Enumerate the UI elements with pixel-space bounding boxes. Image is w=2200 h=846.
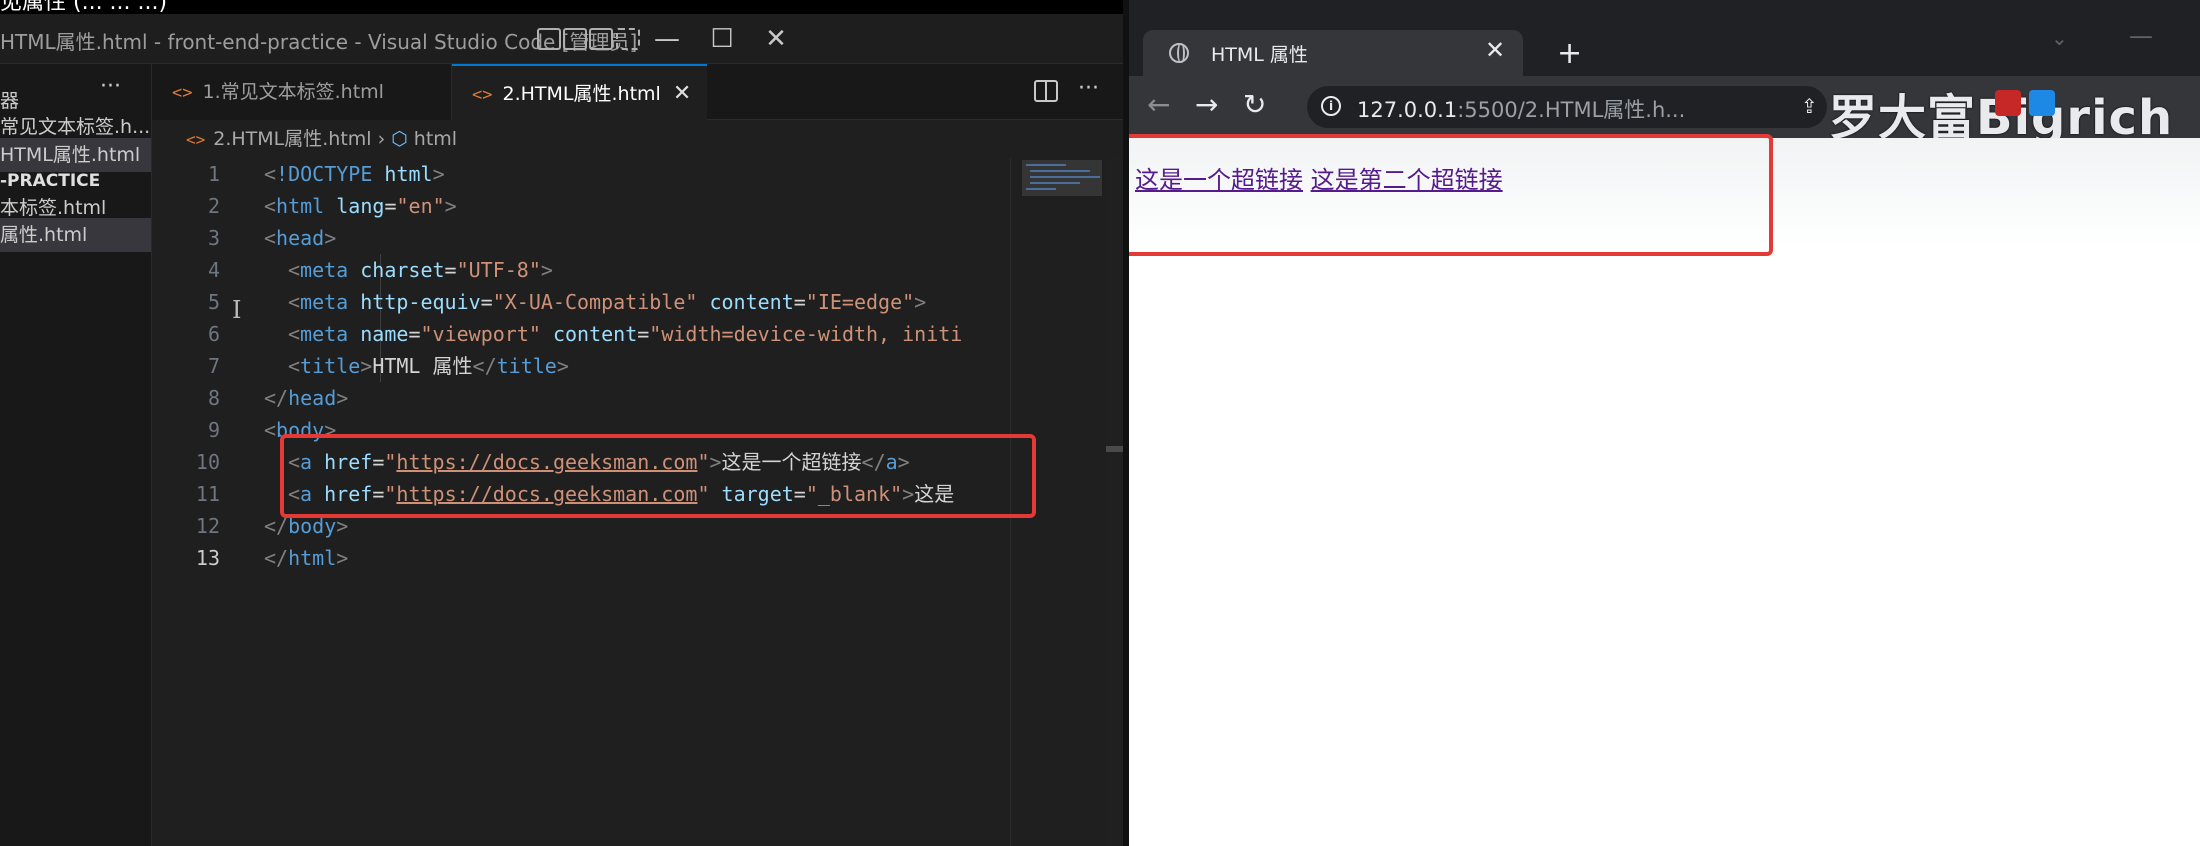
forward-button[interactable]: → (1195, 90, 1218, 120)
close-tab-icon[interactable]: ✕ (1485, 36, 1505, 64)
code-line[interactable]: <head> (264, 222, 336, 254)
code-line[interactable]: </body> (264, 510, 348, 542)
code-line[interactable]: <!DOCTYPE html> (264, 158, 445, 190)
mouse-ibeam-cursor-icon: I (232, 296, 242, 324)
line-number: 6 (207, 322, 220, 346)
scrollbar-marker (1106, 446, 1123, 452)
code-line[interactable]: <meta http-equiv="X-UA-Compatible" conte… (288, 286, 926, 318)
chevron-down-icon[interactable]: ⌄ (2051, 26, 2068, 50)
customize-layout-icon[interactable] (616, 28, 640, 50)
page-viewport: 这是一个超链接 这是第二个超链接 (1129, 134, 2200, 846)
minimap-line (1030, 182, 1080, 184)
file-tree-item-active[interactable]: 属性.html (0, 218, 151, 252)
tab-more-actions-icon[interactable]: ··· (1078, 76, 1099, 101)
line-number: 11 (195, 482, 220, 506)
browser-tabstrip: HTML 属性 ✕ + ⌄ — (1129, 0, 2200, 76)
code-line[interactable]: </head> (264, 382, 348, 414)
line-number-current: 13 (195, 546, 220, 570)
html-file-icon: <> (172, 83, 193, 103)
toggle-panel-icon[interactable] (563, 28, 587, 50)
extension-icon[interactable] (1995, 90, 2021, 116)
tab-html-attributes[interactable]: <> 2.HTML属性.html ✕ (452, 64, 707, 120)
video-overlay-strip: 见属性 (... ... ...) (0, 0, 1123, 14)
code-line[interactable]: <a href="https://docs.geeksman.com">这是一个… (288, 446, 910, 478)
code-line[interactable]: <a href="https://docs.geeksman.com" targ… (288, 478, 954, 510)
close-tab-icon[interactable]: ✕ (673, 81, 691, 106)
breadcrumb-file[interactable]: 2.HTML属性.html (213, 128, 371, 150)
line-number: 12 (195, 514, 220, 538)
line-number: 3 (207, 226, 220, 250)
tab-label: 1.常见文本标签.html (202, 81, 384, 103)
tab-label: 2.HTML属性.html (502, 83, 661, 105)
code-line[interactable]: <html lang="en"> (264, 190, 457, 222)
line-number: 4 (207, 258, 220, 282)
line-number: 7 (207, 354, 220, 378)
extension-icon[interactable] (2029, 90, 2055, 116)
minimap-line (1026, 188, 1056, 190)
share-icon[interactable]: ⇪ (1801, 94, 1818, 118)
code-line[interactable]: <body> (264, 414, 336, 446)
split-editor-icon[interactable] (1034, 80, 1058, 102)
breadcrumb-separator: › (377, 128, 386, 150)
reload-button[interactable]: ↻ (1243, 90, 1266, 120)
symbol-cube-icon: ⬡ (391, 128, 408, 150)
breadcrumb: <> 2.HTML属性.html › ⬡ html (152, 120, 1123, 158)
back-button[interactable]: ← (1147, 90, 1170, 120)
toggle-secondary-sidebar-icon[interactable] (589, 28, 613, 50)
breadcrumb-symbol[interactable]: html (414, 128, 457, 150)
browser-window: HTML 属性 ✕ + ⌄ — ← → ↻ i 127.0.0.1:5500/2… (1129, 0, 2200, 846)
tab-common-text-tags[interactable]: <> 1.常见文本标签.html (152, 64, 452, 120)
code-line[interactable]: <meta charset="UTF-8"> (288, 254, 553, 286)
browser-minimize-button[interactable]: — (2129, 22, 2153, 50)
vscode-window: 见属性 (... ... ...) HTML属性.html - front-en… (0, 0, 1123, 846)
new-tab-button[interactable]: + (1557, 36, 1582, 71)
overlay-text: 见属性 (... ... ...) (0, 0, 168, 14)
code-editor[interactable]: 1 2 3 4 5 6 7 8 9 10 11 12 13 I <!DOCTYP… (152, 158, 1123, 846)
html-file-icon: <> (186, 130, 206, 149)
site-info-icon[interactable]: i (1321, 96, 1341, 116)
line-number: 2 (207, 194, 220, 218)
code-line[interactable]: <meta name="viewport" content="width=dev… (288, 318, 962, 350)
line-number-gutter: 1 2 3 4 5 6 7 8 9 10 11 12 13 (152, 158, 232, 846)
vscode-titlebar: HTML属性.html - front-end-practice - Visua… (0, 14, 1123, 64)
minimap[interactable] (1010, 158, 1110, 846)
line-number: 9 (207, 418, 220, 442)
page-highlight-box (1129, 134, 1773, 256)
address-bar[interactable]: i 127.0.0.1:5500/2.HTML属性.h... ⇪ (1307, 86, 1827, 128)
close-window-button[interactable]: ✕ (754, 20, 798, 58)
line-number: 1 (207, 162, 220, 186)
line-number: 10 (195, 450, 220, 474)
maximize-button[interactable]: ☐ (700, 20, 744, 58)
line-number: 8 (207, 386, 220, 410)
line-number: 5 (207, 290, 220, 314)
toggle-sidebar-icon[interactable] (537, 28, 561, 50)
explorer-sidebar: ··· 器 常见文本标签.h... HTML属性.html -PRACTICE … (0, 64, 152, 846)
editor-scrollbar[interactable] (1106, 158, 1123, 846)
minimize-button[interactable]: — (645, 20, 689, 58)
address-url[interactable]: 127.0.0.1:5500/2.HTML属性.h... (1357, 94, 1685, 124)
browser-tab-title: HTML 属性 (1211, 44, 1308, 66)
editor-tabbar: <> 1.常见文本标签.html <> 2.HTML属性.html ✕ ··· (152, 64, 1123, 120)
code-line[interactable]: <title>HTML 属性</title> (288, 350, 569, 382)
minimap-line (1026, 164, 1066, 166)
code-line-current[interactable]: </html> (264, 542, 348, 574)
minimap-line (1030, 170, 1090, 172)
code-lines[interactable]: <!DOCTYPE html> <html lang="en"> <head> … (264, 158, 1123, 846)
browser-tab-active[interactable]: HTML 属性 ✕ (1143, 30, 1523, 76)
minimap-line (1030, 176, 1100, 178)
globe-icon (1169, 43, 1189, 63)
html-file-icon: <> (472, 85, 493, 105)
